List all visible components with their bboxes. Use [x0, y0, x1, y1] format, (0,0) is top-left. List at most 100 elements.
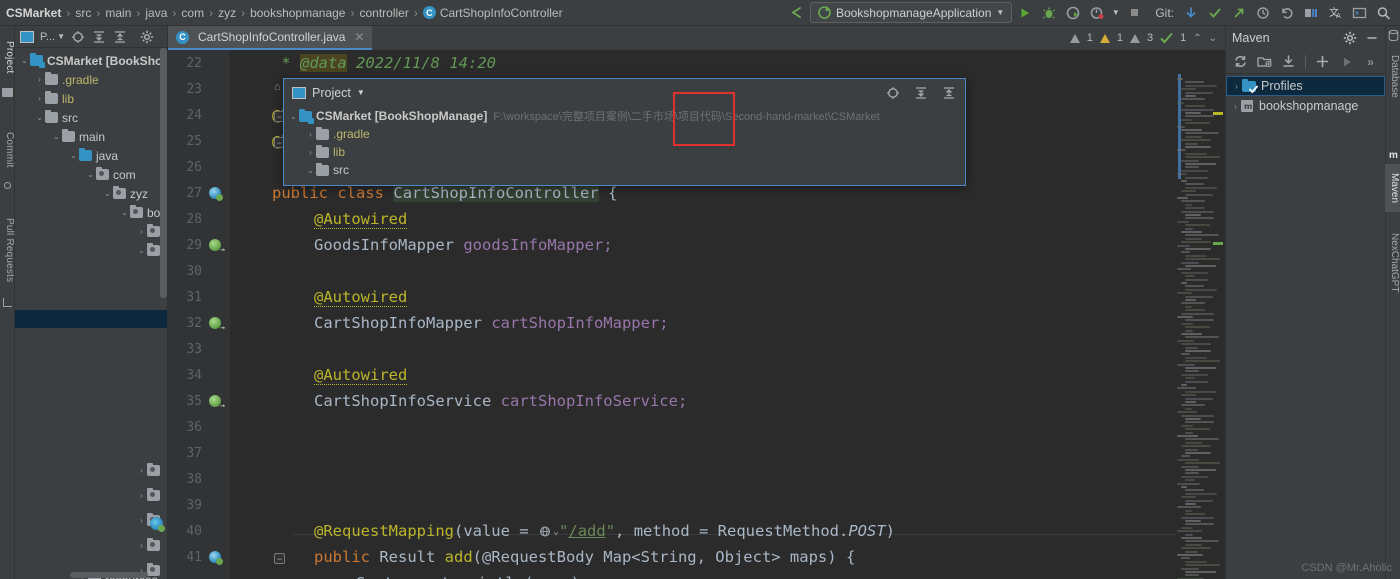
editor-gutter[interactable]: 22 23 24 25 26 27 28 29 30 31 32 33 34 3…: [168, 50, 230, 579]
project-vertical-scrollbar[interactable]: [160, 48, 167, 298]
tree-item-bookshopmanage[interactable]: ⌄ bo: [15, 203, 167, 222]
tree-item-package[interactable]: ›: [15, 486, 164, 505]
chevron-right-icon[interactable]: ›: [136, 491, 147, 500]
sidebar-item-project[interactable]: Project: [0, 28, 15, 86]
search-icon[interactable]: [1372, 2, 1394, 24]
chevron-right-icon[interactable]: ›: [1231, 82, 1242, 91]
tree-item-zyz[interactable]: ⌄ zyz: [15, 184, 167, 203]
debug-icon[interactable]: [1038, 2, 1060, 24]
popup-tree[interactable]: ⌄ CSMarket [BookShopManage] F:\workspace…: [284, 106, 965, 179]
stop-icon[interactable]: [1123, 2, 1145, 24]
chevron-up-icon[interactable]: ⌃: [1193, 33, 1201, 44]
expand-all-icon[interactable]: [91, 29, 107, 45]
chevron-down-icon[interactable]: ▼: [996, 8, 1004, 17]
commit-icon[interactable]: [1204, 2, 1226, 24]
maven-tree[interactable]: › Profiles › m bookshopmanage: [1226, 74, 1385, 116]
chevron-down-icon[interactable]: ⌄: [51, 132, 62, 141]
minimap-marker-warning[interactable]: [1213, 112, 1223, 115]
popup-item-gradle[interactable]: › .gradle: [284, 125, 965, 143]
collapse-all-icon[interactable]: [941, 85, 957, 101]
chevron-down-icon[interactable]: ⌄: [305, 166, 316, 175]
locate-icon[interactable]: [885, 85, 901, 101]
chevron-down-icon[interactable]: ⌄: [288, 112, 299, 121]
breadcrumb-item-main[interactable]: main: [105, 6, 131, 20]
popup-item-src[interactable]: ⌄ src: [284, 161, 965, 179]
chevron-down-icon[interactable]: ⌄: [136, 246, 147, 255]
rollback-icon[interactable]: [1276, 2, 1298, 24]
breadcrumb-item-java[interactable]: java: [145, 6, 167, 20]
project-tree[interactable]: ⌄ CSMarket [BookShopManage] › .gradle › …: [15, 48, 167, 579]
maven-item-bookshopmanage[interactable]: › m bookshopmanage: [1226, 96, 1385, 116]
terminal-icon[interactable]: [1348, 2, 1370, 24]
chevron-right-icon[interactable]: ›: [305, 148, 316, 157]
chevron-right-icon[interactable]: ›: [136, 227, 147, 236]
project-view-icon[interactable]: [19, 29, 35, 45]
chevron-right-icon[interactable]: ›: [136, 466, 147, 475]
collapse-all-icon[interactable]: [112, 29, 128, 45]
project-horizontal-scrollbar[interactable]: [70, 572, 148, 578]
more-icon[interactable]: »: [1363, 54, 1378, 69]
sidebar-item-nexchatgpt[interactable]: NexChatGPT: [1385, 218, 1400, 308]
breadcrumb-item-zyz[interactable]: zyz: [218, 6, 236, 20]
run-icon[interactable]: [1339, 54, 1354, 69]
run-coverage-icon[interactable]: [1062, 2, 1084, 24]
chevron-down-icon[interactable]: ▼: [57, 32, 65, 41]
layout-icon[interactable]: [1300, 2, 1322, 24]
reload-icon[interactable]: [1233, 54, 1248, 69]
spring-bean-blue-icon[interactable]: [205, 551, 225, 565]
chevron-right-icon[interactable]: ›: [1230, 102, 1241, 111]
breadcrumb-item-com[interactable]: com: [181, 6, 204, 20]
chevron-down-icon[interactable]: ⌄: [68, 151, 79, 160]
translate-icon[interactable]: 文A: [1324, 2, 1346, 24]
chevron-down-icon[interactable]: ⌄: [34, 113, 45, 122]
tree-item-java[interactable]: ⌄ java: [15, 146, 167, 165]
tree-item-selected[interactable]: [15, 310, 167, 328]
sidebar-item-maven[interactable]: Maven: [1385, 164, 1400, 212]
sidebar-item-database[interactable]: Database: [1385, 44, 1400, 108]
chevron-down-icon[interactable]: ⌄: [85, 170, 96, 179]
run-configuration-selector[interactable]: BookshopmanageApplication ▼: [809, 2, 1013, 23]
project-popup[interactable]: Project ▼ ⌄ CSMarket [BookShopManage] F:…: [283, 78, 966, 186]
tab-cartshopinfocontroller[interactable]: C CartShopInfoController.java ✕: [168, 26, 373, 50]
breadcrumb-item-project[interactable]: CSMarket: [6, 6, 61, 20]
maven-item-profiles[interactable]: › Profiles: [1226, 76, 1385, 96]
settings-gear-icon[interactable]: [139, 29, 155, 45]
breadcrumb-item-bookshopmanage[interactable]: bookshopmanage: [250, 6, 345, 20]
tree-item-package[interactable]: ›: [15, 222, 167, 241]
spring-bean-blue-icon[interactable]: [205, 187, 225, 201]
profiler-icon[interactable]: [1086, 2, 1108, 24]
expand-all-icon[interactable]: [913, 85, 929, 101]
gear-icon[interactable]: [1343, 31, 1357, 45]
chevron-down-icon[interactable]: ⌄: [102, 189, 113, 198]
tree-item-com[interactable]: ⌄ com: [15, 165, 167, 184]
history-icon[interactable]: [1252, 2, 1274, 24]
chevron-right-icon[interactable]: ›: [34, 94, 45, 103]
tree-item-package[interactable]: ›: [15, 536, 164, 555]
chevron-right-icon[interactable]: ›: [305, 130, 316, 139]
chevron-down-icon[interactable]: ▼: [1110, 2, 1121, 24]
breadcrumb-item-class[interactable]: CartShopInfoController: [440, 6, 563, 20]
chevron-down-icon[interactable]: ▼: [357, 88, 365, 97]
select-opened-file-icon[interactable]: [70, 29, 86, 45]
web-globe-icon[interactable]: [538, 525, 553, 538]
spring-bean-icon[interactable]: [205, 317, 225, 332]
minimize-icon[interactable]: [1365, 31, 1379, 45]
tree-item-java-class[interactable]: [15, 514, 167, 533]
tree-item-src[interactable]: ⌄ src: [15, 108, 167, 127]
chevron-down-icon[interactable]: ⌄: [119, 208, 130, 217]
run-icon[interactable]: [1014, 2, 1036, 24]
chevron-down-icon[interactable]: ⌄: [1209, 33, 1217, 44]
tree-item-gradle[interactable]: › .gradle: [15, 70, 167, 89]
tree-item-csmarket[interactable]: ⌄ CSMarket [BookShopManage]: [15, 51, 167, 70]
tree-item-main[interactable]: ⌄ main: [15, 127, 167, 146]
tree-item-package[interactable]: ⌄: [15, 241, 167, 260]
add-maven-project-icon[interactable]: [1257, 54, 1272, 69]
breadcrumb-item-src[interactable]: src: [75, 6, 91, 20]
popup-item-lib[interactable]: › lib: [284, 143, 965, 161]
download-sources-icon[interactable]: [1281, 54, 1296, 69]
spring-bean-icon[interactable]: [205, 239, 225, 254]
minimap-marker-ok[interactable]: [1213, 242, 1223, 245]
chevron-right-icon[interactable]: ›: [34, 75, 45, 84]
sidebar-item-commit[interactable]: Commit: [0, 121, 15, 179]
tree-item-lib[interactable]: › lib: [15, 89, 167, 108]
